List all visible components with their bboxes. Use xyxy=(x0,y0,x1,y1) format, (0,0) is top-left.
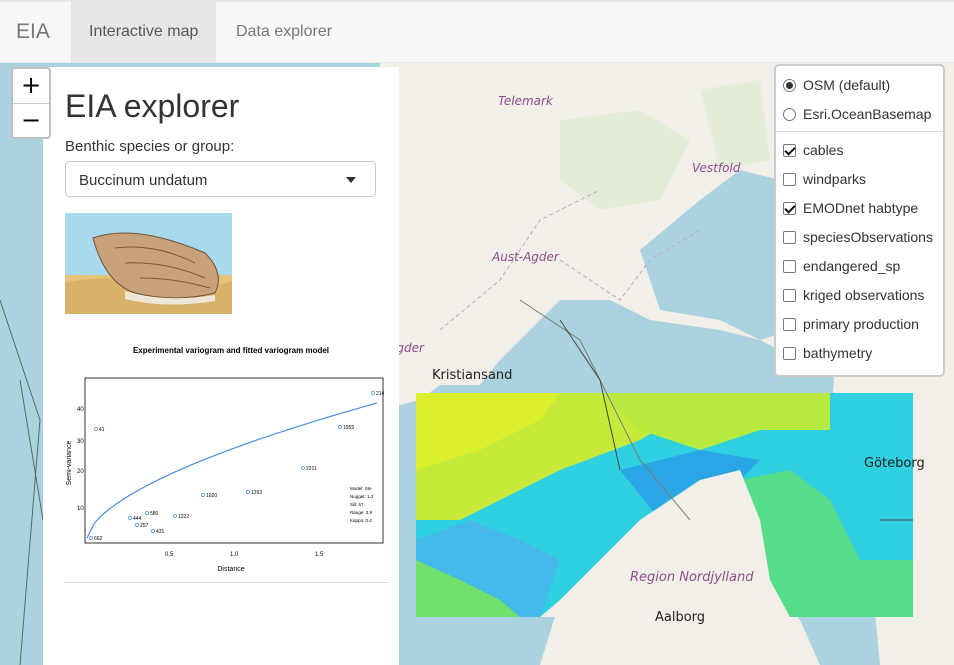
variogram-point xyxy=(89,536,93,540)
map-label-nordjylland: Region Nordjylland xyxy=(630,570,754,585)
overlay-species-observations[interactable]: speciesObservations xyxy=(783,227,933,247)
species-image xyxy=(65,213,232,314)
variogram-point-label: 580 xyxy=(150,511,159,517)
x-tick: 0.5 xyxy=(165,552,174,558)
panel-title: EIA explorer xyxy=(65,88,240,124)
overlay-bathymetry[interactable]: bathymetry xyxy=(783,343,872,363)
variogram-model-line xyxy=(86,402,378,539)
map-label-vestfold: Vestfold xyxy=(692,161,741,175)
variogram-point-label: 662 xyxy=(94,536,103,542)
species-select[interactable]: Buccinum undatum xyxy=(65,161,376,197)
variogram-point-label: 257 xyxy=(140,523,149,529)
overlay-cables[interactable]: cables xyxy=(783,140,843,160)
map-label-kristiansand: Kristiansand xyxy=(432,368,512,383)
overlay-endangered-sp[interactable]: endangered_sp xyxy=(783,256,900,276)
variogram-point-label: 1955 xyxy=(343,425,354,431)
variogram-point xyxy=(246,490,250,494)
map-label-aust-agder: Aust-Agder xyxy=(491,250,560,264)
map-label-telemark: Telemark xyxy=(498,94,554,108)
variogram-point xyxy=(151,529,155,533)
svg-text:Model: Ste: Model: Ste xyxy=(350,486,372,491)
app-brand[interactable]: EIA xyxy=(16,20,50,44)
variogram-point xyxy=(173,514,177,518)
caret-down-icon xyxy=(346,177,356,183)
x-tick: 1.0 xyxy=(230,552,239,558)
checkbox-emodnet-habtype[interactable] xyxy=(783,201,796,215)
y-tick: 10 xyxy=(77,506,84,512)
species-select-value: Buccinum undatum xyxy=(79,172,208,189)
variogram-point-label: 1293 xyxy=(251,490,262,496)
variogram-axes xyxy=(84,377,384,544)
variogram-ylabel: Semi-variance xyxy=(66,441,73,486)
overlay-windparks[interactable]: windparks xyxy=(783,169,866,189)
variogram-point xyxy=(128,516,132,520)
variogram-point-label: 444 xyxy=(133,516,142,522)
species-select-label: Benthic species or group: xyxy=(65,138,235,155)
variogram-point xyxy=(301,466,305,470)
variogram-point-label: 431 xyxy=(156,529,165,535)
svg-text:Nugget: 1.3: Nugget: 1.3 xyxy=(350,494,374,499)
variogram-plot: Experimental variogram and fitted variog… xyxy=(66,346,385,573)
checkbox-primary-production[interactable] xyxy=(783,317,796,331)
variogram-point-label: 1322 xyxy=(178,514,189,520)
y-tick: 20 xyxy=(77,469,84,475)
variogram-point xyxy=(338,425,342,429)
radio-osm[interactable] xyxy=(783,78,796,92)
variogram-title: Experimental variogram and fitted variog… xyxy=(133,346,329,355)
map-label-aalborg: Aalborg xyxy=(655,610,705,625)
svg-text:Range: 3.9: Range: 3.9 xyxy=(350,510,373,515)
map-label-goteborg: Göteborg xyxy=(864,456,925,471)
checkbox-windparks[interactable] xyxy=(783,172,796,186)
variogram-xlabel: Distance xyxy=(217,566,244,573)
variogram-point xyxy=(135,523,139,527)
svg-text:Kappa: 0.4: Kappa: 0.4 xyxy=(350,518,372,523)
variogram-point-label: 41 xyxy=(99,427,105,433)
overlay-primary-production[interactable]: primary production xyxy=(783,314,919,334)
y-tick: 40 xyxy=(77,407,84,413)
variogram-point xyxy=(371,391,375,395)
zoom-control: + − xyxy=(11,67,51,139)
explorer-panel: EIA explorer Benthic species or group: B… xyxy=(43,67,399,665)
x-tick: 1.5 xyxy=(315,552,324,558)
y-tick: 30 xyxy=(77,439,84,445)
base-layer-esri[interactable]: Esri.OceanBasemap xyxy=(783,104,931,124)
base-layer-osm[interactable]: OSM (default) xyxy=(783,75,890,95)
overlay-kriged-observations[interactable]: kriged observations xyxy=(783,285,924,305)
checkbox-species-observations[interactable] xyxy=(783,230,796,244)
svg-text:Sill: 57: Sill: 57 xyxy=(350,502,364,507)
variogram-point xyxy=(94,427,98,431)
divider xyxy=(65,582,389,583)
checkbox-bathymetry[interactable] xyxy=(783,346,796,360)
zoom-in-button[interactable]: + xyxy=(13,69,49,103)
variogram-point-label: 2211 xyxy=(306,466,317,472)
overlay-emodnet-habtype[interactable]: EMODnet habtype xyxy=(783,198,918,218)
checkbox-kriged-observations[interactable] xyxy=(783,288,796,302)
checkbox-cables[interactable] xyxy=(783,143,796,157)
tab-data-explorer[interactable]: Data explorer xyxy=(218,2,350,63)
layers-separator xyxy=(776,131,943,132)
variogram-legend: Model: Ste Nugget: 1.3 Sill: 57 Range: 3… xyxy=(350,486,374,523)
navbar: EIA Interactive map Data explorer xyxy=(0,0,954,63)
variogram-point-label: 214 xyxy=(376,391,385,397)
radio-esri[interactable] xyxy=(783,107,796,121)
zoom-out-button[interactable]: − xyxy=(13,103,49,137)
variogram-point xyxy=(145,511,149,515)
variogram-point-label: 1020 xyxy=(206,493,217,499)
tab-interactive-map[interactable]: Interactive map xyxy=(71,2,217,63)
variogram-point xyxy=(201,493,205,497)
layers-control: OSM (default) Esri.OceanBasemap cables w… xyxy=(774,64,945,377)
checkbox-endangered-sp[interactable] xyxy=(783,259,796,273)
